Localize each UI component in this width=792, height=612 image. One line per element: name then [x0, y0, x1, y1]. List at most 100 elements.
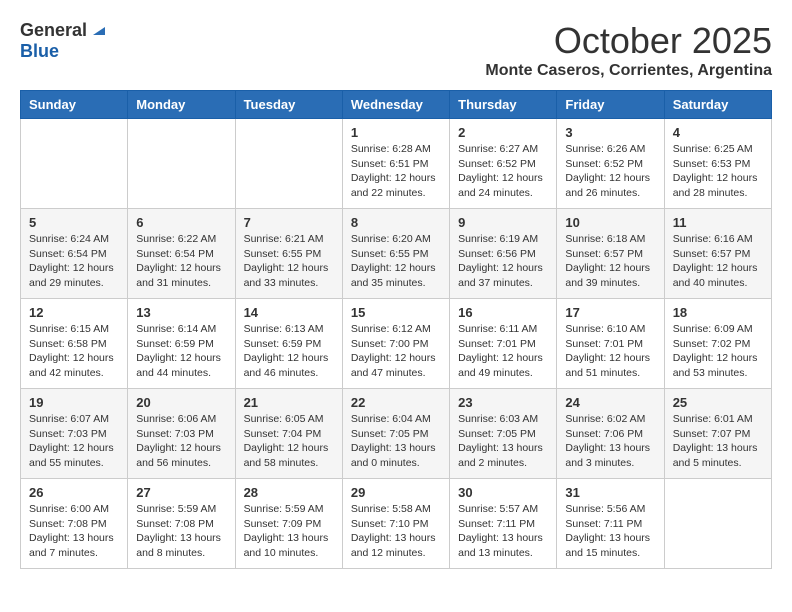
calendar-week-row: 19 Sunrise: 6:07 AM Sunset: 7:03 PM Dayli…	[21, 389, 772, 479]
day-number: 30	[458, 485, 548, 500]
day-number: 10	[565, 215, 655, 230]
col-header-thursday: Thursday	[450, 91, 557, 119]
calendar-cell: 27 Sunrise: 5:59 AM Sunset: 7:08 PM Dayli…	[128, 479, 235, 569]
calendar-cell: 28 Sunrise: 5:59 AM Sunset: 7:09 PM Dayli…	[235, 479, 342, 569]
day-number: 1	[351, 125, 441, 140]
day-info: Sunrise: 6:06 AM Sunset: 7:03 PM Dayligh…	[136, 412, 226, 471]
day-info: Sunrise: 6:11 AM Sunset: 7:01 PM Dayligh…	[458, 322, 548, 381]
calendar-cell: 19 Sunrise: 6:07 AM Sunset: 7:03 PM Dayli…	[21, 389, 128, 479]
day-number: 2	[458, 125, 548, 140]
calendar-cell: 20 Sunrise: 6:06 AM Sunset: 7:03 PM Dayli…	[128, 389, 235, 479]
calendar-week-row: 1 Sunrise: 6:28 AM Sunset: 6:51 PM Daylig…	[21, 119, 772, 209]
day-number: 19	[29, 395, 119, 410]
calendar-cell	[235, 119, 342, 209]
location-title: Monte Caseros, Corrientes, Argentina	[485, 62, 772, 80]
day-number: 29	[351, 485, 441, 500]
day-number: 20	[136, 395, 226, 410]
day-info: Sunrise: 5:56 AM Sunset: 7:11 PM Dayligh…	[565, 502, 655, 561]
day-info: Sunrise: 6:26 AM Sunset: 6:52 PM Dayligh…	[565, 142, 655, 201]
calendar-cell: 26 Sunrise: 6:00 AM Sunset: 7:08 PM Dayli…	[21, 479, 128, 569]
day-number: 4	[673, 125, 763, 140]
calendar-cell: 13 Sunrise: 6:14 AM Sunset: 6:59 PM Dayli…	[128, 299, 235, 389]
calendar-header-row: SundayMondayTuesdayWednesdayThursdayFrid…	[21, 91, 772, 119]
col-header-monday: Monday	[128, 91, 235, 119]
day-info: Sunrise: 6:14 AM Sunset: 6:59 PM Dayligh…	[136, 322, 226, 381]
month-title: October 2025	[485, 20, 772, 62]
day-number: 13	[136, 305, 226, 320]
calendar-cell	[21, 119, 128, 209]
day-info: Sunrise: 6:19 AM Sunset: 6:56 PM Dayligh…	[458, 232, 548, 291]
day-info: Sunrise: 6:13 AM Sunset: 6:59 PM Dayligh…	[244, 322, 334, 381]
calendar-cell: 18Sunrise: 6:09 AM Sunset: 7:02 PM Dayli…	[664, 299, 771, 389]
calendar-week-row: 5 Sunrise: 6:24 AM Sunset: 6:54 PM Daylig…	[21, 209, 772, 299]
day-number: 17	[565, 305, 655, 320]
col-header-saturday: Saturday	[664, 91, 771, 119]
calendar-table: SundayMondayTuesdayWednesdayThursdayFrid…	[20, 90, 772, 569]
calendar-cell: 8 Sunrise: 6:20 AM Sunset: 6:55 PM Daylig…	[342, 209, 449, 299]
day-number: 8	[351, 215, 441, 230]
calendar-cell: 25 Sunrise: 6:01 AM Sunset: 7:07 PM Dayli…	[664, 389, 771, 479]
calendar-cell: 9 Sunrise: 6:19 AM Sunset: 6:56 PM Daylig…	[450, 209, 557, 299]
day-number: 23	[458, 395, 548, 410]
day-info: Sunrise: 6:07 AM Sunset: 7:03 PM Dayligh…	[29, 412, 119, 471]
day-number: 27	[136, 485, 226, 500]
calendar-cell: 31 Sunrise: 5:56 AM Sunset: 7:11 PM Dayli…	[557, 479, 664, 569]
calendar-cell: 30 Sunrise: 5:57 AM Sunset: 7:11 PM Dayli…	[450, 479, 557, 569]
day-info: Sunrise: 6:16 AM Sunset: 6:57 PM Dayligh…	[673, 232, 763, 291]
calendar-week-row: 26 Sunrise: 6:00 AM Sunset: 7:08 PM Dayli…	[21, 479, 772, 569]
day-number: 24	[565, 395, 655, 410]
day-number: 3	[565, 125, 655, 140]
day-number: 25	[673, 395, 763, 410]
col-header-friday: Friday	[557, 91, 664, 119]
day-info: Sunrise: 6:24 AM Sunset: 6:54 PM Dayligh…	[29, 232, 119, 291]
calendar-cell: 7Sunrise: 6:21 AM Sunset: 6:55 PM Daylig…	[235, 209, 342, 299]
calendar-cell: 1 Sunrise: 6:28 AM Sunset: 6:51 PM Daylig…	[342, 119, 449, 209]
day-info: Sunrise: 6:00 AM Sunset: 7:08 PM Dayligh…	[29, 502, 119, 561]
calendar-cell: 5 Sunrise: 6:24 AM Sunset: 6:54 PM Daylig…	[21, 209, 128, 299]
title-block: October 2025 Monte Caseros, Corrientes, …	[485, 20, 772, 80]
day-number: 14	[244, 305, 334, 320]
day-info: Sunrise: 6:20 AM Sunset: 6:55 PM Dayligh…	[351, 232, 441, 291]
day-number: 26	[29, 485, 119, 500]
day-info: Sunrise: 6:05 AM Sunset: 7:04 PM Dayligh…	[244, 412, 334, 471]
calendar-cell: 6 Sunrise: 6:22 AM Sunset: 6:54 PM Daylig…	[128, 209, 235, 299]
day-number: 6	[136, 215, 226, 230]
day-number: 12	[29, 305, 119, 320]
day-info: Sunrise: 6:02 AM Sunset: 7:06 PM Dayligh…	[565, 412, 655, 471]
calendar-cell: 22 Sunrise: 6:04 AM Sunset: 7:05 PM Dayli…	[342, 389, 449, 479]
col-header-wednesday: Wednesday	[342, 91, 449, 119]
day-number: 28	[244, 485, 334, 500]
calendar-cell: 4 Sunrise: 6:25 AM Sunset: 6:53 PM Daylig…	[664, 119, 771, 209]
day-number: 22	[351, 395, 441, 410]
day-info: Sunrise: 6:10 AM Sunset: 7:01 PM Dayligh…	[565, 322, 655, 381]
calendar-cell: 14 Sunrise: 6:13 AM Sunset: 6:59 PM Dayli…	[235, 299, 342, 389]
page-header: General Blue October 2025 Monte Caseros,…	[20, 20, 772, 80]
day-info: Sunrise: 6:12 AM Sunset: 7:00 PM Dayligh…	[351, 322, 441, 381]
calendar-cell: 23 Sunrise: 6:03 AM Sunset: 7:05 PM Dayli…	[450, 389, 557, 479]
logo-general-text: General	[20, 20, 87, 41]
calendar-cell: 3 Sunrise: 6:26 AM Sunset: 6:52 PM Daylig…	[557, 119, 664, 209]
day-number: 7	[244, 215, 334, 230]
logo-icon	[89, 23, 105, 39]
day-info: Sunrise: 6:28 AM Sunset: 6:51 PM Dayligh…	[351, 142, 441, 201]
day-number: 9	[458, 215, 548, 230]
day-info: Sunrise: 5:59 AM Sunset: 7:08 PM Dayligh…	[136, 502, 226, 561]
day-info: Sunrise: 5:57 AM Sunset: 7:11 PM Dayligh…	[458, 502, 548, 561]
day-info: Sunrise: 6:04 AM Sunset: 7:05 PM Dayligh…	[351, 412, 441, 471]
day-info: Sunrise: 6:25 AM Sunset: 6:53 PM Dayligh…	[673, 142, 763, 201]
day-info: Sunrise: 5:59 AM Sunset: 7:09 PM Dayligh…	[244, 502, 334, 561]
calendar-cell: 15Sunrise: 6:12 AM Sunset: 7:00 PM Dayli…	[342, 299, 449, 389]
day-info: Sunrise: 6:03 AM Sunset: 7:05 PM Dayligh…	[458, 412, 548, 471]
day-number: 18	[673, 305, 763, 320]
day-info: Sunrise: 6:01 AM Sunset: 7:07 PM Dayligh…	[673, 412, 763, 471]
day-info: Sunrise: 6:22 AM Sunset: 6:54 PM Dayligh…	[136, 232, 226, 291]
calendar-cell: 12 Sunrise: 6:15 AM Sunset: 6:58 PM Dayli…	[21, 299, 128, 389]
calendar-cell: 24 Sunrise: 6:02 AM Sunset: 7:06 PM Dayli…	[557, 389, 664, 479]
day-number: 31	[565, 485, 655, 500]
day-info: Sunrise: 6:15 AM Sunset: 6:58 PM Dayligh…	[29, 322, 119, 381]
calendar-cell: 16Sunrise: 6:11 AM Sunset: 7:01 PM Dayli…	[450, 299, 557, 389]
day-info: Sunrise: 5:58 AM Sunset: 7:10 PM Dayligh…	[351, 502, 441, 561]
day-number: 21	[244, 395, 334, 410]
calendar-cell: 11Sunrise: 6:16 AM Sunset: 6:57 PM Dayli…	[664, 209, 771, 299]
day-number: 5	[29, 215, 119, 230]
